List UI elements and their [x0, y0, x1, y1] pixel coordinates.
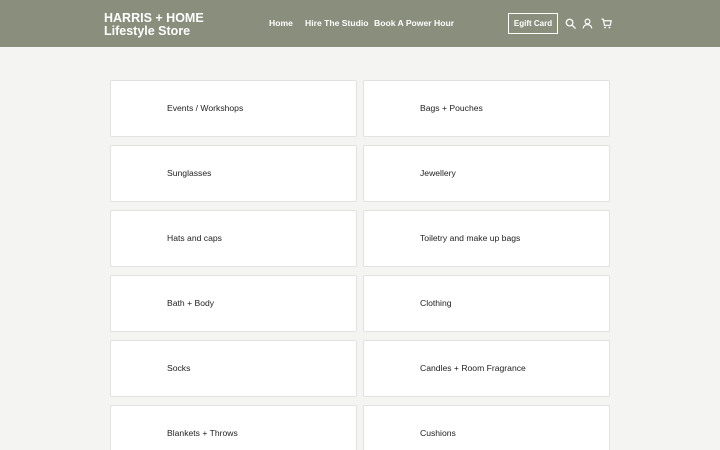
- category-label: Jewellery: [420, 168, 456, 178]
- category-label: Hats and caps: [167, 233, 222, 243]
- category-label: Bags + Pouches: [420, 103, 483, 113]
- category-card-hats-and-caps[interactable]: Hats and caps: [110, 210, 357, 267]
- category-grid: Events / Workshops Bags + Pouches Sungla…: [0, 0, 720, 450]
- category-label: Bath + Body: [167, 298, 215, 308]
- category-card-cushions[interactable]: Cushions: [363, 405, 610, 450]
- category-card-candles-room-fragrance[interactable]: Candles + Room Fragrance: [363, 340, 610, 397]
- category-label: Cushions: [420, 428, 456, 438]
- category-card-socks[interactable]: Socks: [110, 340, 357, 397]
- category-label: Sunglasses: [167, 168, 212, 178]
- category-card-sunglasses[interactable]: Sunglasses: [110, 145, 357, 202]
- category-label: Clothing: [420, 298, 452, 308]
- category-card-events-workshops[interactable]: Events / Workshops: [110, 80, 357, 137]
- category-card-bags-pouches[interactable]: Bags + Pouches: [363, 80, 610, 137]
- category-card-clothing[interactable]: Clothing: [363, 275, 610, 332]
- category-card-bath-body[interactable]: Bath + Body: [110, 275, 357, 332]
- category-card-blankets-throws[interactable]: Blankets + Throws: [110, 405, 357, 450]
- category-label: Toiletry and make up bags: [420, 233, 521, 243]
- category-label: Events / Workshops: [167, 103, 244, 113]
- category-label: Blankets + Throws: [167, 428, 238, 438]
- category-card-toiletry-bags[interactable]: Toiletry and make up bags: [363, 210, 610, 267]
- category-card-jewellery[interactable]: Jewellery: [363, 145, 610, 202]
- category-label: Socks: [167, 363, 191, 373]
- category-label: Candles + Room Fragrance: [420, 363, 526, 373]
